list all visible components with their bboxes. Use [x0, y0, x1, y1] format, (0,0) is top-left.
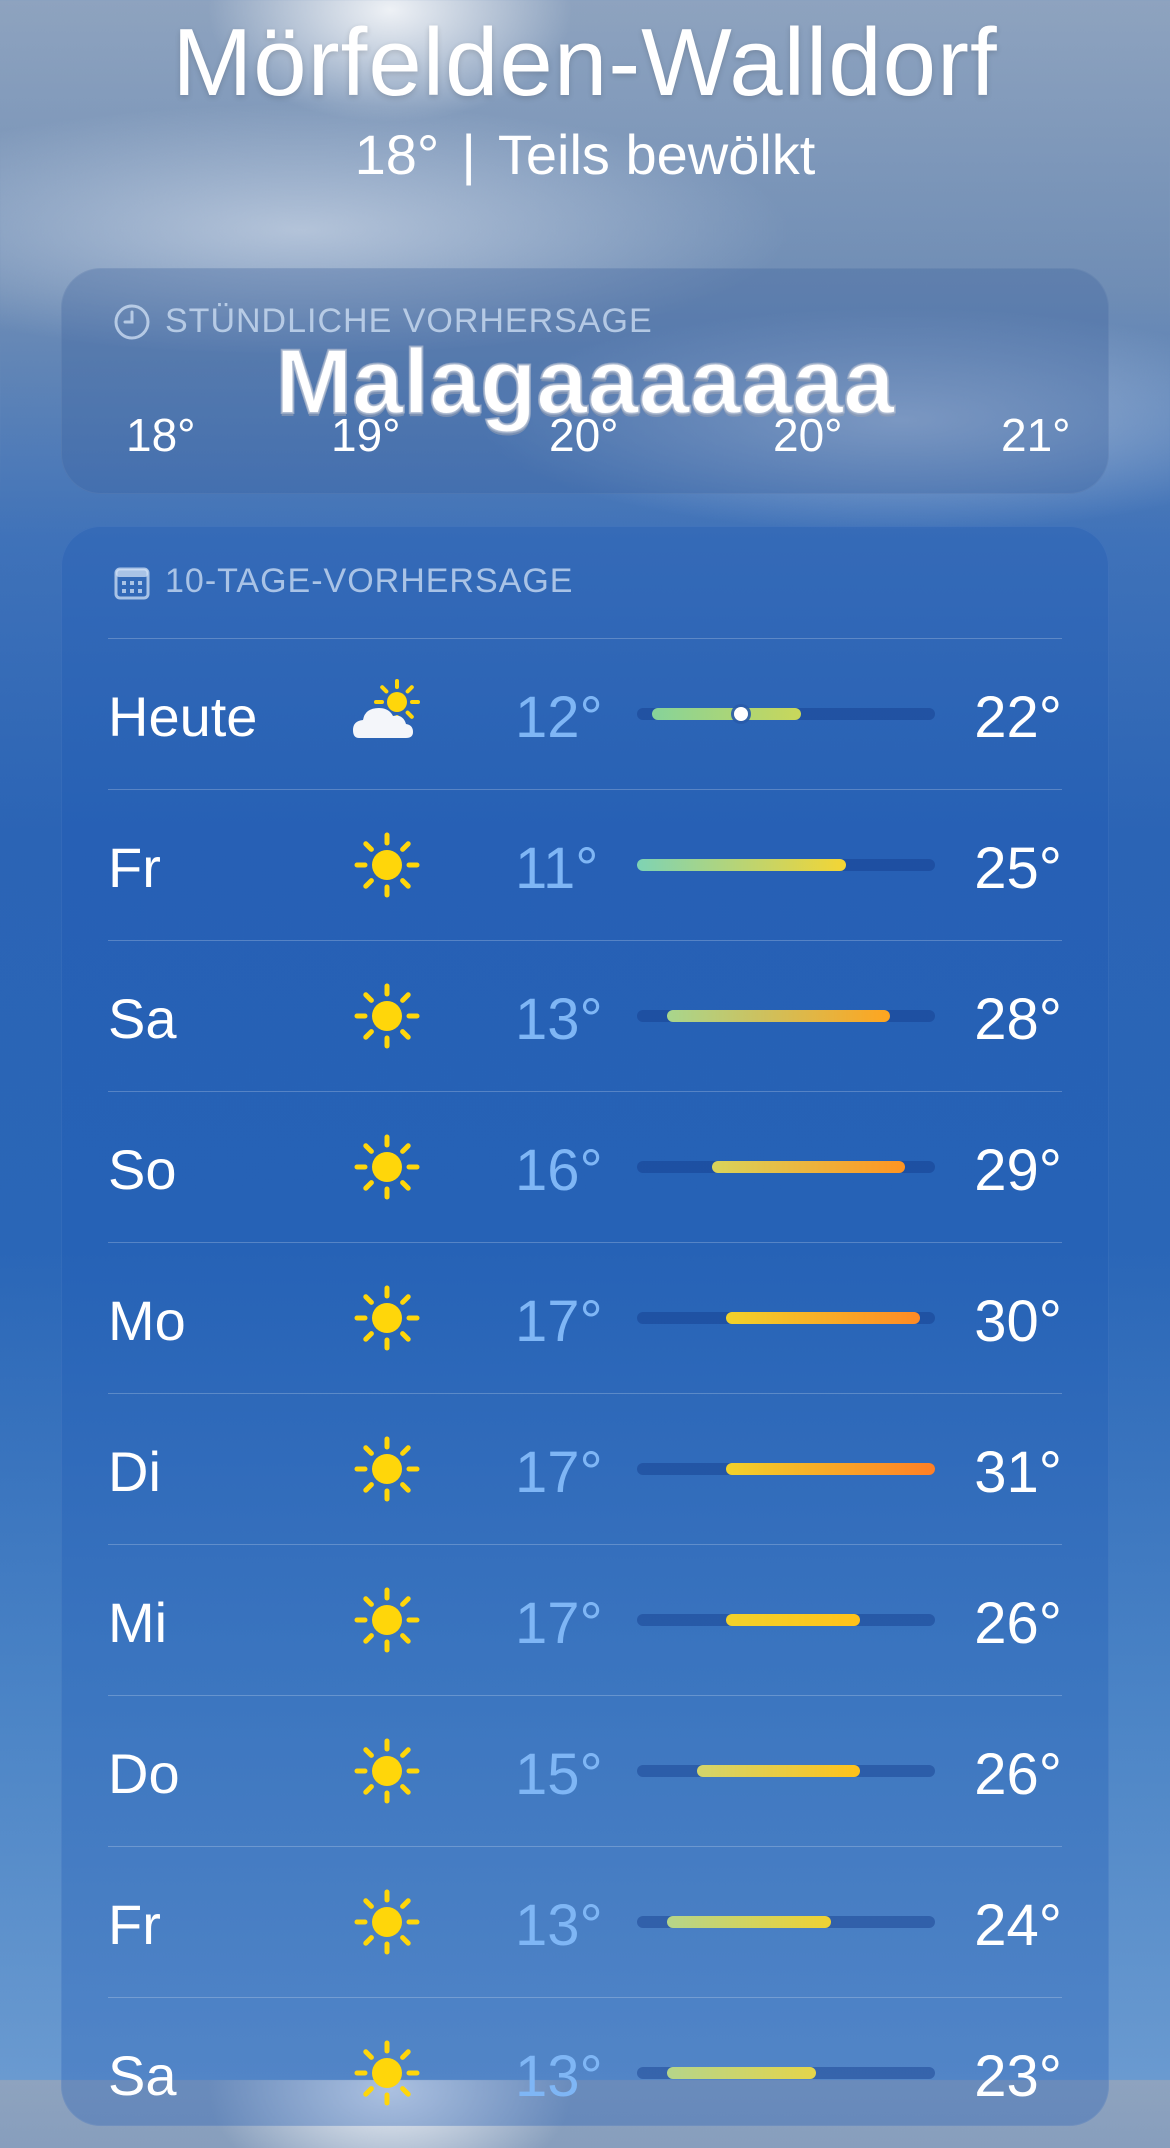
sun-icon [351, 829, 423, 901]
temperature-range-fill [696, 1765, 861, 1777]
sun-icon [351, 2037, 423, 2109]
temperature-range-bar [637, 2067, 935, 2079]
temperature-range-bar [637, 1161, 935, 1173]
temperature-range-bar [637, 1916, 935, 1928]
temperature-range-fill [666, 1916, 831, 1928]
low-temp: 13° [515, 1893, 603, 1958]
temperature-range-bar [637, 707, 935, 721]
day-label: Sa [108, 987, 177, 1050]
temperature-range-fill [726, 1312, 921, 1324]
forecast-row[interactable]: Sa 13° 23° [61, 1997, 1109, 2148]
conditions-separator: | [461, 123, 476, 186]
day-label: Mo [108, 1289, 186, 1352]
hourly-temp: 18° [126, 409, 196, 461]
temperature-range-bar [637, 1312, 935, 1324]
temperature-range-bar [637, 1463, 935, 1475]
temperature-range-fill [651, 708, 801, 720]
low-temp: 13° [515, 2044, 603, 2109]
low-temp: 12° [515, 685, 603, 750]
forecast-row[interactable]: Mi 17° 26° [61, 1544, 1109, 1695]
calendar-icon [114, 567, 150, 599]
high-temp: 30° [974, 1289, 1062, 1354]
hourly-forecast-card[interactable]: STÜNDLICHE VORHERSAGE Malagaaaaaaa 18° 1… [61, 268, 1109, 494]
high-temp: 31° [974, 1440, 1062, 1505]
hourly-temp: 21° [1001, 409, 1071, 461]
high-temp: 25° [974, 836, 1062, 901]
day-label: Di [108, 1440, 161, 1503]
forecast-row[interactable]: Di 17° 31° [61, 1393, 1109, 1544]
day-label: Fr [108, 836, 161, 899]
day-label: Do [108, 1742, 180, 1805]
ten-day-forecast-card[interactable]: 10-TAGE-VORHERSAGE Heute 12° 22° Fr 11° … [61, 526, 1109, 2126]
temperature-range-fill [711, 1161, 906, 1173]
temperature-range-bar [637, 859, 935, 871]
sun-icon [351, 1735, 423, 1807]
temperature-range-bar [637, 1010, 935, 1022]
day-label: Fr [108, 1893, 161, 1956]
temperature-range-fill [666, 2067, 816, 2079]
day-label: So [108, 1138, 177, 1201]
high-temp: 24° [974, 1893, 1062, 1958]
hourly-temp: 19° [331, 409, 401, 461]
ten-day-forecast-header: 10-TAGE-VORHERSAGE [113, 562, 573, 601]
hourly-temp: 20° [773, 409, 843, 461]
sun-icon [351, 1131, 423, 1203]
low-temp: 17° [515, 1289, 603, 1354]
low-temp: 15° [515, 1742, 603, 1807]
low-temp: 17° [515, 1440, 603, 1505]
low-temp: 11° [515, 836, 599, 901]
forecast-row[interactable]: Fr 13° 24° [61, 1846, 1109, 1997]
forecast-row[interactable]: Fr 11° 25° [61, 789, 1109, 940]
temperature-range-bar [637, 1614, 935, 1626]
high-temp: 29° [974, 1138, 1062, 1203]
ten-day-forecast-title: 10-TAGE-VORHERSAGE [165, 562, 574, 600]
high-temp: 26° [974, 1742, 1062, 1807]
forecast-row[interactable]: Heute 12° 22° [61, 638, 1109, 789]
forecast-row[interactable]: Mo 17° 30° [61, 1242, 1109, 1393]
forecast-row[interactable]: Do 15° 26° [61, 1695, 1109, 1846]
high-temp: 23° [974, 2044, 1062, 2109]
sun-icon [351, 980, 423, 1052]
hourly-temp: 20° [549, 409, 619, 461]
day-label: Heute [108, 685, 258, 748]
low-temp: 13° [515, 987, 603, 1052]
temperature-range-fill [666, 1010, 891, 1022]
high-temp: 26° [974, 1591, 1062, 1656]
day-label: Sa [108, 2044, 177, 2107]
current-condition: Teils bewölkt [497, 123, 816, 186]
sun-icon [351, 1433, 423, 1505]
city-name: Mörfelden-Walldorf [172, 9, 998, 116]
partly-cloudy-icon [351, 678, 423, 750]
current-temperature: 18° [354, 123, 440, 186]
sun-icon [351, 1282, 423, 1354]
day-label: Mi [108, 1591, 168, 1654]
temperature-range-fill [726, 1463, 935, 1475]
current-conditions: 18° | Teils bewölkt [0, 122, 1170, 187]
high-temp: 22° [974, 685, 1062, 750]
forecast-row[interactable]: So 16° 29° [61, 1091, 1109, 1242]
sun-icon [351, 1886, 423, 1958]
temperature-range-fill [726, 1614, 861, 1626]
temperature-range-fill [637, 859, 846, 871]
low-temp: 17° [515, 1591, 603, 1656]
temperature-range-bar [637, 1765, 935, 1777]
sun-icon [351, 1584, 423, 1656]
high-temp: 28° [974, 987, 1062, 1052]
low-temp: 16° [515, 1138, 603, 1203]
forecast-row[interactable]: Sa 13° 28° [61, 940, 1109, 1091]
